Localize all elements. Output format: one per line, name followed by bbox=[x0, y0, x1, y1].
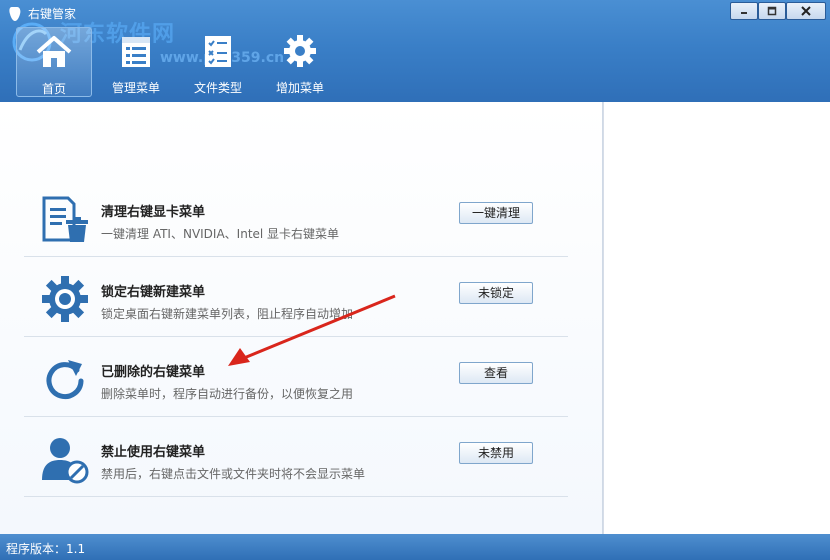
nav-file-types[interactable]: 文件类型 bbox=[186, 27, 250, 97]
user-block-icon bbox=[42, 438, 89, 484]
view-button[interactable]: 查看 bbox=[459, 362, 533, 384]
clean-now-button[interactable]: 一键清理 bbox=[459, 202, 533, 224]
restore-button[interactable] bbox=[758, 2, 786, 20]
home-icon bbox=[36, 36, 72, 67]
nav-label: 管理菜单 bbox=[111, 81, 160, 95]
feature-disable-context-menu: 禁止使用右键菜单 禁用后，右键点击文件或文件夹时将不会显示菜单 未禁用 bbox=[24, 418, 568, 497]
feature-title: 禁止使用右键菜单 bbox=[101, 445, 206, 460]
feature-title: 清理右键显卡菜单 bbox=[101, 205, 206, 220]
feature-clean-gpu-menu: 清理右键显卡菜单 一键清理 ATI、NVIDIA、Intel 显卡右键菜单 一键… bbox=[24, 178, 568, 257]
document-trash-icon bbox=[42, 196, 88, 242]
status-bar: 程序版本：1.1 bbox=[0, 534, 830, 560]
close-icon bbox=[801, 6, 811, 16]
minimize-button[interactable] bbox=[730, 2, 758, 20]
minimize-icon bbox=[741, 12, 747, 14]
nav-add-menu[interactable]: 增加菜单 bbox=[268, 27, 332, 97]
nav-label: 文件类型 bbox=[193, 81, 242, 95]
side-panel bbox=[603, 102, 830, 534]
nav-label: 首页 bbox=[41, 82, 66, 96]
annotation-arrow bbox=[228, 294, 396, 366]
nav-label: 增加菜单 bbox=[275, 81, 324, 95]
lock-toggle-button[interactable]: 未锁定 bbox=[459, 282, 533, 304]
nav-manage-menu[interactable]: 管理菜单 bbox=[104, 27, 168, 97]
feature-title: 锁定右键新建菜单 bbox=[101, 285, 206, 300]
title-header: 右键管家 河东软件网 www.pc0359.cn 首页 管理菜单 bbox=[0, 0, 830, 102]
list-icon bbox=[122, 37, 150, 67]
checklist-icon bbox=[205, 36, 231, 67]
feature-description: 禁用后，右键点击文件或文件夹时将不会显示菜单 bbox=[101, 467, 366, 481]
gear-icon bbox=[284, 35, 316, 67]
restore-icon bbox=[767, 6, 777, 16]
nav-home[interactable]: 首页 bbox=[16, 27, 92, 97]
feature-title: 已删除的右键菜单 bbox=[101, 365, 206, 380]
gear-icon bbox=[42, 276, 88, 322]
feature-description: 删除菜单时，程序自动进行备份，以便恢复之用 bbox=[101, 387, 354, 401]
disable-toggle-button[interactable]: 未禁用 bbox=[459, 442, 533, 464]
version-label: 程序版本：1.1 bbox=[6, 542, 86, 556]
main-panel: 清理右键显卡菜单 一键清理 ATI、NVIDIA、Intel 显卡右键菜单 一键… bbox=[0, 102, 603, 534]
feature-description: 一键清理 ATI、NVIDIA、Intel 显卡右键菜单 bbox=[101, 227, 340, 241]
close-button[interactable] bbox=[786, 2, 826, 20]
refresh-icon bbox=[46, 360, 84, 400]
